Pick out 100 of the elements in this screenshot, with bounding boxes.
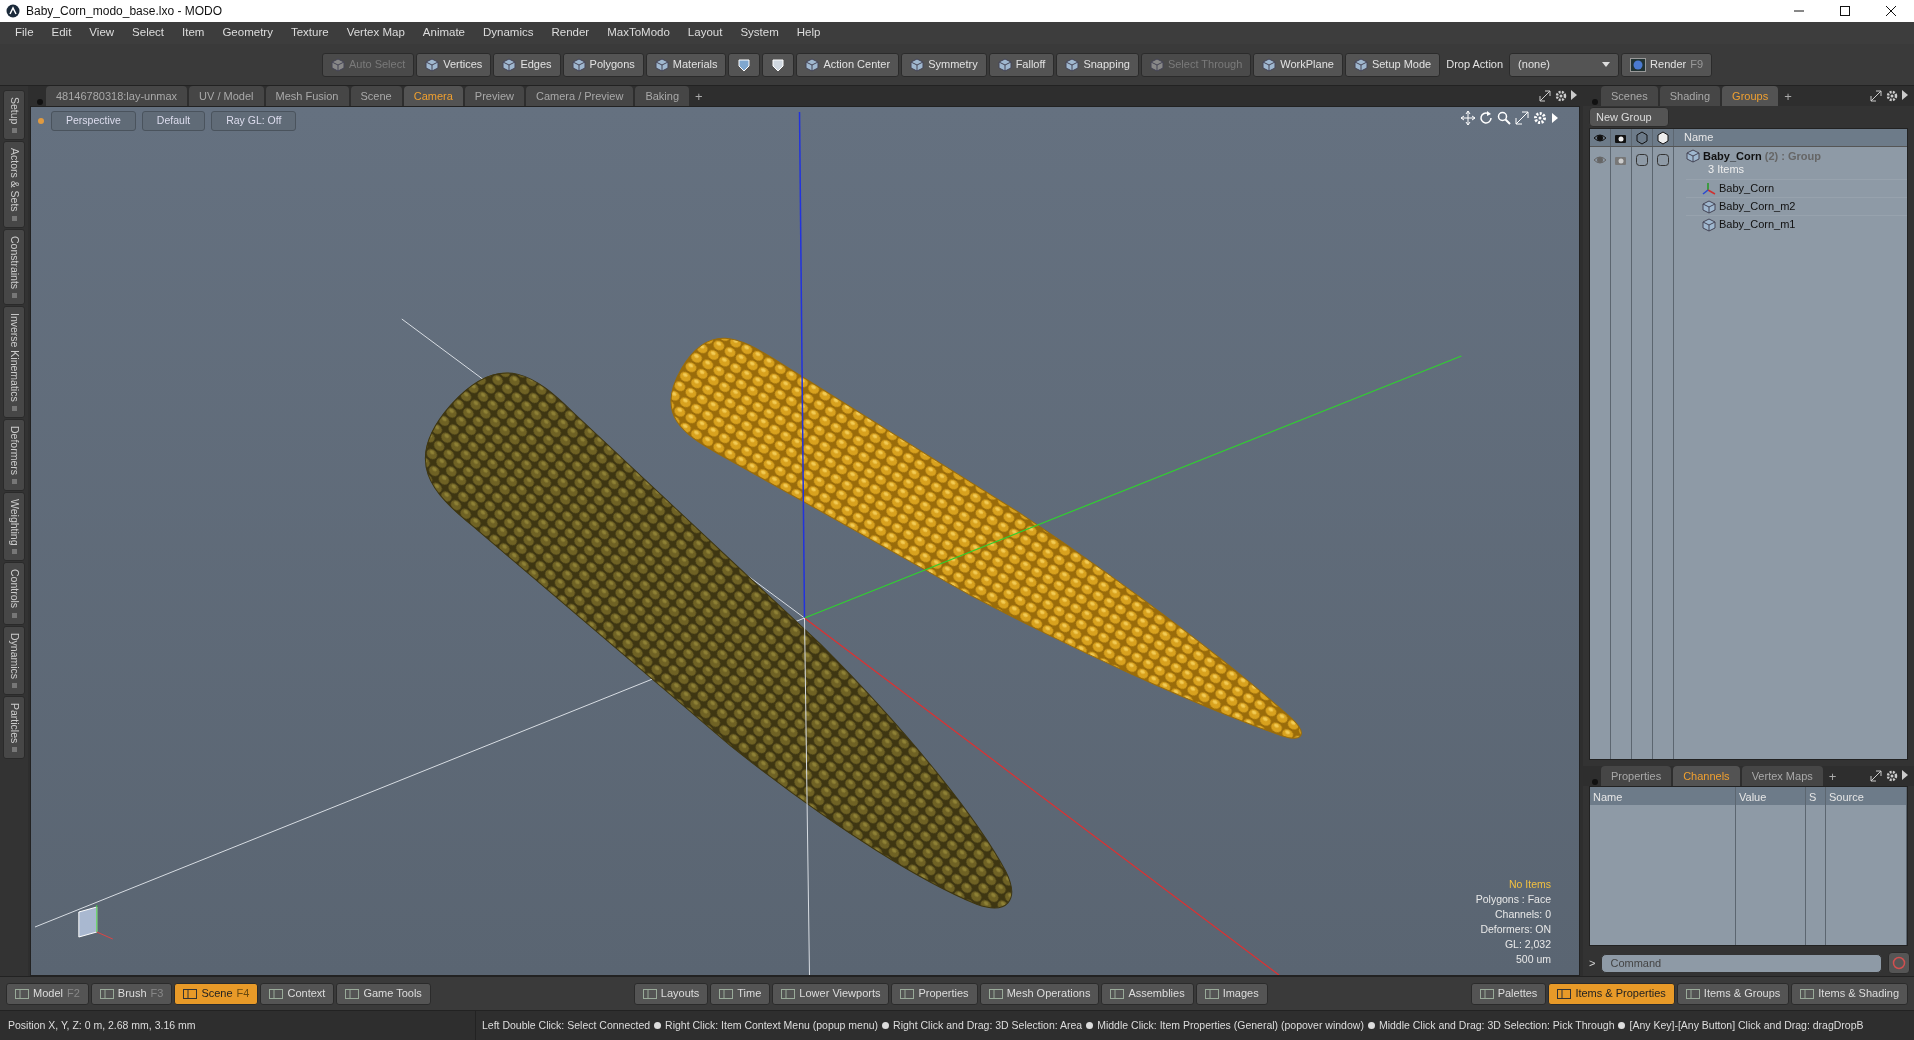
mesh-icon — [1702, 217, 1716, 232]
tool-icon — [1262, 57, 1277, 72]
panel-tab[interactable]: Preview — [464, 85, 524, 106]
arrow-right-icon[interactable] — [1551, 111, 1559, 125]
tree-item-label[interactable]: Baby_Corn_m2 — [1719, 198, 1796, 215]
layout-button[interactable]: Context — [260, 982, 335, 1005]
rotate-icon[interactable] — [1479, 111, 1493, 125]
menu-item[interactable]: Help — [787, 24, 830, 42]
toolbar-button[interactable]: WorkPlane — [1253, 52, 1343, 77]
layout-button[interactable]: Time — [710, 982, 771, 1005]
toolbar-button[interactable]: Symmetry — [901, 52, 987, 77]
viewport-option-button[interactable]: Ray GL: Off — [211, 111, 297, 131]
settings-icon[interactable] — [1886, 90, 1898, 102]
layout-button[interactable]: Items & Groups — [1676, 982, 1790, 1005]
viewport-option-button[interactable]: Perspective — [51, 111, 136, 131]
menu-item[interactable]: View — [80, 24, 124, 42]
layout-button[interactable]: Items & Shading — [1791, 982, 1908, 1005]
side-tab[interactable]: Inverse Kinematics — [3, 306, 25, 418]
expand-icon[interactable] — [1539, 90, 1551, 102]
item-count-text: 3 Items — [1707, 163, 1746, 176]
tree-item-label[interactable]: Baby_Corn (2) : Group — [1703, 149, 1821, 163]
menu-item[interactable]: Texture — [281, 24, 338, 42]
side-tab[interactable]: Controls — [3, 562, 25, 625]
layout-button[interactable]: Lower Viewports — [772, 982, 890, 1005]
side-tab[interactable]: Actors & Sets — [3, 141, 25, 229]
add-tab-button[interactable]: + — [1780, 86, 1796, 106]
arrow-right-icon[interactable] — [1571, 90, 1577, 100]
bullet-icon — [654, 1022, 662, 1029]
expand-icon[interactable] — [1870, 90, 1882, 102]
expand-icon[interactable] — [1870, 770, 1882, 782]
panel-tab[interactable]: Baking — [635, 85, 689, 106]
menu-item[interactable]: Vertex Map — [337, 24, 414, 42]
record-button[interactable] — [1888, 952, 1910, 974]
panel-tab[interactable]: Mesh Fusion — [265, 85, 349, 106]
arrow-right-icon[interactable] — [1902, 90, 1908, 100]
menu-item[interactable]: System — [731, 24, 788, 42]
toolbar-button[interactable]: Vertices — [416, 52, 492, 77]
settings-icon[interactable] — [1886, 770, 1898, 782]
layout-button[interactable]: Palettes — [1470, 982, 1547, 1005]
menu-item[interactable]: MaxToModo — [598, 24, 679, 42]
toolbar-button[interactable]: Setup Mode — [1344, 52, 1441, 77]
layout-button[interactable]: Layouts — [633, 982, 709, 1005]
tree-item-label[interactable]: Baby_Corn — [1719, 180, 1775, 197]
search-icon[interactable] — [1497, 111, 1511, 125]
layout-button[interactable]: Scene F4 — [174, 982, 259, 1005]
toolbar-button[interactable]: Materials — [645, 52, 727, 77]
add-tab-button[interactable]: + — [1824, 766, 1841, 786]
new-group-button[interactable]: New Group — [1589, 106, 1669, 128]
side-tab[interactable]: Constraints — [3, 229, 25, 306]
panel-tab[interactable]: Camera / Preview — [525, 85, 634, 106]
panel-tab[interactable]: Scene — [350, 85, 402, 106]
viewport-option-button[interactable]: Default — [141, 111, 206, 131]
panel-tab[interactable]: Shading — [1659, 85, 1721, 106]
menu-item[interactable]: Geometry — [213, 24, 282, 42]
checkbox-icon[interactable] — [1635, 153, 1649, 167]
panel-tab[interactable]: Camera — [403, 85, 463, 106]
toolbar-button[interactable] — [762, 52, 795, 77]
panel-tab[interactable]: Vertex Maps — [1741, 765, 1823, 786]
panel-tab[interactable]: Groups — [1722, 85, 1779, 106]
render-button[interactable]: Render F9 — [1621, 52, 1713, 77]
panel-tab[interactable]: UV / Model — [189, 85, 264, 106]
layout-button[interactable]: Items & Properties — [1548, 982, 1675, 1005]
toolbar-button[interactable]: Action Center — [796, 52, 900, 77]
layout-button[interactable]: Mesh Operations — [979, 982, 1100, 1005]
panel-tab[interactable]: 48146780318:lay-unmax — [46, 85, 188, 106]
side-tab[interactable]: Setup — [3, 90, 25, 141]
toolbar-button[interactable]: Snapping — [1056, 52, 1139, 77]
drop-action-dropdown[interactable]: (none) — [1509, 52, 1620, 77]
menu-item[interactable]: Item — [173, 24, 214, 42]
side-tab[interactable]: Particles — [3, 695, 25, 759]
toolbar-button[interactable]: Falloff — [988, 52, 1055, 77]
panel-tab[interactable]: Channels — [1673, 765, 1740, 786]
toolbar-button[interactable]: Polygons — [562, 52, 644, 77]
side-tab[interactable]: Dynamics — [3, 625, 25, 695]
panel-tab[interactable]: Scenes — [1601, 85, 1658, 106]
menu-item[interactable]: Layout — [678, 24, 732, 42]
move-icon[interactable] — [1461, 111, 1475, 125]
layout-button[interactable]: Images — [1195, 982, 1268, 1005]
status-hint: Left Double Click: Select Connected — [482, 1017, 651, 1033]
add-tab-button[interactable]: + — [691, 86, 707, 106]
layout-button[interactable]: Properties — [891, 982, 978, 1005]
settings-icon[interactable] — [1555, 90, 1567, 102]
toolbar-button[interactable] — [728, 52, 761, 77]
layout-button[interactable]: Assemblies — [1101, 982, 1194, 1005]
menu-item[interactable]: Render — [542, 24, 599, 42]
panel-tab[interactable]: Properties — [1601, 765, 1672, 786]
side-tab[interactable]: Deformers — [3, 418, 25, 491]
menu-item[interactable]: Edit — [42, 24, 81, 42]
column-header: Name — [1590, 787, 1736, 805]
toolbar-button[interactable]: Edges — [493, 52, 561, 77]
menu-item[interactable]: Select — [123, 24, 174, 42]
menu-item[interactable]: Animate — [413, 24, 474, 42]
checkbox-icon[interactable] — [1656, 153, 1670, 167]
command-field[interactable]: Command — [1601, 953, 1882, 973]
arrow-right-icon[interactable] — [1902, 770, 1908, 780]
side-tab[interactable]: Weighting — [3, 491, 25, 562]
menu-item[interactable]: File — [6, 24, 43, 42]
tree-item-label[interactable]: Baby_Corn_m1 — [1719, 216, 1796, 233]
layout-button[interactable]: Game Tools — [336, 982, 431, 1005]
menu-item[interactable]: Dynamics — [474, 24, 543, 42]
